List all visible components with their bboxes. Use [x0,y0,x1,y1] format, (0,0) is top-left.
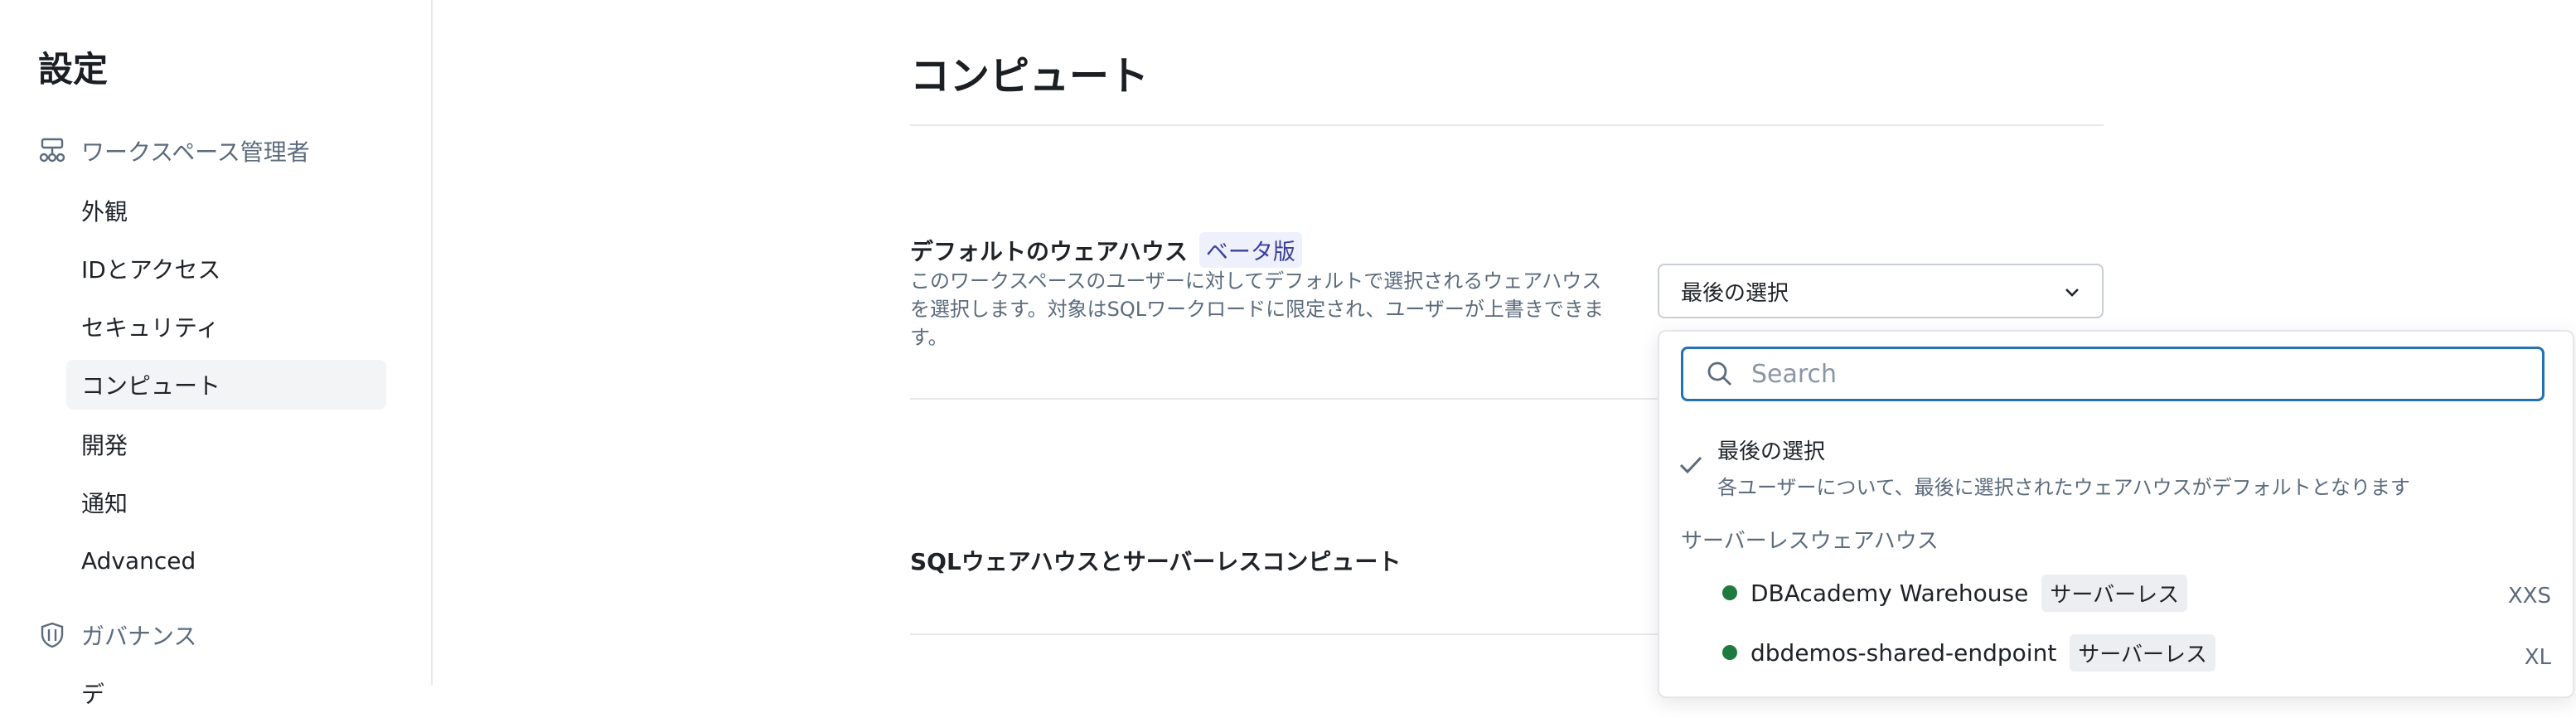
sidebar-item-label: IDとアクセス [81,256,221,284]
sidebar-item-appearance[interactable]: 外観 [66,186,386,235]
search-box[interactable] [1681,347,2545,401]
sidebar-item-security[interactable]: セキュリティ [66,302,386,352]
status-dot-icon [1722,645,1737,660]
sidebar-item-label: コンピュート [81,372,221,400]
sidebar-item-label: Advanced [81,546,196,575]
warehouse-name: DBAcademy Warehouse [1750,579,2029,607]
sidebar-group-workspace-admin[interactable]: ワークスペース管理者 [38,134,310,167]
sidebar-item-advanced[interactable]: Advanced [66,536,386,585]
settings-sidebar: 設定 ワークスペース管理者 外観 IDとアクセス セキュリティ コンピュート 開… [0,0,433,708]
warehouse-option[interactable]: dbdemos-shared-endpoint サーバーレス XL [1722,632,2551,673]
warehouse-name: dbdemos-shared-endpoint [1750,638,2057,667]
select-value: 最後の選択 [1681,280,1789,306]
sidebar-item-label: セキュリティ [81,314,220,342]
default-warehouse-title: デフォルトのウェアハウス [910,237,1188,265]
check-icon [1679,456,1702,474]
sidebar-group-label: ガバナンス [81,623,197,650]
status-dot-icon [1722,585,1737,600]
default-warehouse-label: デフォルトのウェアハウス ベータ版 [910,232,1302,268]
sidebar-item-label: 開発 [81,432,128,459]
shield-icon [41,622,64,648]
sidebar-item-compute[interactable]: コンピュート [66,360,386,410]
warehouse-dropdown: 最後の選択 各ユーザーについて、最後に選択されたウェアハウスがデフォルトとなりま… [1658,330,2574,698]
default-warehouse-description: このワークスペースのユーザーに対してデフォルトで選択されるウェアハウスを選択しま… [910,269,1604,349]
warehouse-option[interactable]: DBAcademy Warehouse サーバーレス XXS [1722,572,2551,614]
serverless-badge: サーバーレス [2041,574,2188,612]
option-last-selection[interactable]: 最後の選択 [1717,434,1825,465]
search-icon [1707,361,1731,386]
title-divider [910,124,2104,126]
settings-title: 設定 [38,49,109,90]
warehouse-size: XXS [2507,584,2551,609]
option-last-selection-description: 各ユーザーについて、最後に選択されたウェアハウスがデフォルトとなります [1717,476,2410,499]
sidebar-item-notifications[interactable]: 通知 [66,478,386,527]
page-title: コンピュート [910,53,1150,99]
sidebar-item-identity-access[interactable]: IDとアクセス [66,244,386,294]
sidebar-group-label: ワークスペース管理者 [81,138,310,166]
default-warehouse-select[interactable]: 最後の選択 [1658,264,2104,318]
sidebar-item-partial[interactable]: デ [66,668,386,718]
serverless-section-header: サーバーレスウェアハウス [1681,529,1939,554]
serverless-badge: サーバーレス [2070,633,2216,672]
beta-badge: ベータ版 [1198,232,1302,268]
sidebar-item-label: デ [81,681,105,708]
warehouse-size: XL [2524,645,2551,670]
sidebar-group-governance[interactable]: ガバナンス [38,619,196,652]
sidebar-item-label: 外観 [81,198,128,226]
chevron-down-icon [2065,289,2079,297]
sidebar-item-label: 通知 [81,490,128,517]
sql-warehouses-label: SQLウェアハウスとサーバーレスコンピュート [910,548,1402,575]
search-input[interactable] [1750,358,2499,390]
sidebar-item-development[interactable]: 開発 [66,420,386,469]
workspace-admin-icon [39,138,65,163]
